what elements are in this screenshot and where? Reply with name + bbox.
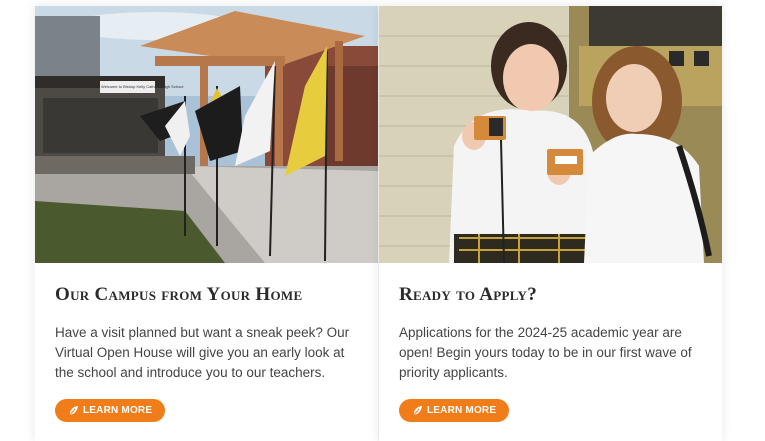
leaf-icon	[413, 405, 423, 416]
card-title: Ready to Apply?	[399, 284, 538, 305]
card-title: Our Campus from Your Home	[55, 284, 303, 305]
learn-more-button[interactable]: LEARN MORE	[55, 399, 166, 422]
card-description: Have a visit planned but want a sneak pe…	[55, 325, 350, 380]
virtual-tour-card: Welcome to Bishop Kelly Catholic High Sc…	[35, 6, 378, 441]
students-holding-cards-photo	[379, 6, 722, 263]
learn-more-label: LEARN MORE	[83, 405, 153, 416]
apply-card: Ready to Apply? Applications for the 202…	[379, 6, 722, 441]
card-description: Applications for the 2024-25 academic ye…	[399, 325, 692, 380]
building-sign: Welcome to Bishop Kelly Catholic High Sc…	[101, 84, 184, 89]
leaf-icon	[69, 405, 79, 416]
campus-entrance-photo: Welcome to Bishop Kelly Catholic High Sc…	[35, 6, 378, 263]
learn-more-button[interactable]: LEARN MORE	[399, 399, 510, 422]
learn-more-label: LEARN MORE	[427, 405, 497, 416]
